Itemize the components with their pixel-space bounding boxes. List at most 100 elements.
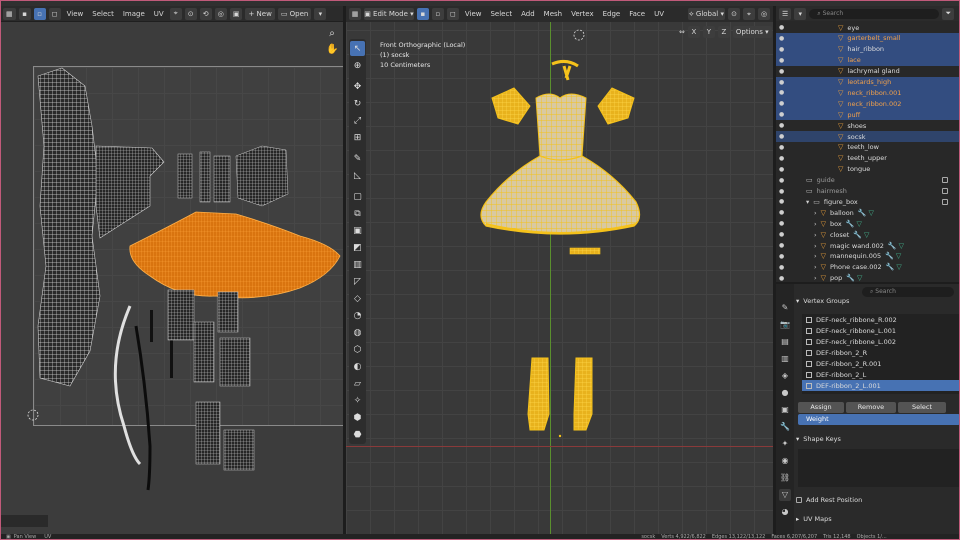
modifier-icon[interactable]: 🔧	[888, 242, 897, 250]
visibility-icon[interactable]: ●	[779, 57, 784, 64]
expand-chevron-icon[interactable]: ›	[814, 231, 817, 239]
mesh-data-icon[interactable]: ▽	[896, 252, 901, 260]
visibility-icon[interactable]: ●	[779, 242, 784, 249]
visibility-icon[interactable]: ●	[779, 264, 784, 271]
visibility-icon[interactable]: ●	[779, 198, 784, 205]
visibility-icon[interactable]: ●	[779, 275, 784, 282]
outliner-row[interactable]: ● › ▽ box 🔧 ▽	[776, 218, 960, 229]
vertex-group-row[interactable]: DEF-ribbon_2_R	[802, 347, 960, 358]
expand-chevron-icon[interactable]: ▾	[806, 198, 809, 206]
outliner-row[interactable]: ● › ▽ Phone case.002 🔧 ▽	[776, 262, 960, 273]
render-tab-icon[interactable]: 📷	[779, 319, 791, 331]
shape-keys-panel-header[interactable]: ▾ Shape Keys	[796, 435, 841, 443]
select-button[interactable]: Select	[898, 402, 946, 413]
mesh-data-icon[interactable]: ▽	[869, 209, 874, 217]
mesh-data-icon[interactable]: ▽	[856, 220, 861, 228]
modifier-icon[interactable]: 🔧	[846, 274, 855, 282]
visibility-icon[interactable]: ●	[779, 46, 784, 53]
expand-chevron-icon[interactable]: ›	[814, 242, 817, 250]
vertex-groups-panel-header[interactable]: ▾ Vertex Groups	[796, 297, 849, 305]
modifier-icon[interactable]: 🔧	[886, 263, 895, 271]
visibility-icon[interactable]: ●	[779, 166, 784, 173]
visibility-icon[interactable]: ●	[779, 177, 784, 184]
outliner-display-mode-icon[interactable]: ▾	[794, 7, 807, 20]
assign-button[interactable]: Assign	[798, 402, 844, 413]
remove-button[interactable]: Remove	[846, 402, 896, 413]
outliner-editor-type-icon[interactable]: ☰	[779, 7, 792, 20]
modifier-icon[interactable]: 🔧	[853, 231, 862, 239]
mesh-data-icon[interactable]: ▽	[857, 274, 862, 282]
properties-editor[interactable]: ✎ 📷 ▤ ▥ ◈ ● ▣ 🔧 ✦ ◉ ⛓ ▽ ◕ ⌕ Search ▾ Vert…	[776, 284, 960, 534]
add-rest-position-row[interactable]: Add Rest Position	[796, 496, 862, 504]
scene-tab-icon[interactable]: ◈	[779, 370, 791, 382]
physics-tab-icon[interactable]: ◉	[779, 455, 791, 467]
modifier-tab-icon[interactable]: 🔧	[779, 421, 791, 433]
outliner-row[interactable]: ● ▽ neck_ribbon.002	[776, 98, 960, 110]
outliner-search-input[interactable]: ⌕ Search	[809, 8, 940, 19]
outliner-filter-icon[interactable]: ⏷	[942, 7, 955, 20]
outliner-row[interactable]: ● › ▽ closet 🔧 ▽	[776, 229, 960, 240]
modifier-icon[interactable]: 🔧	[885, 252, 894, 260]
outfit-mesh[interactable]	[346, 6, 773, 534]
add-rest-position-checkbox[interactable]	[796, 497, 802, 503]
particles-tab-icon[interactable]: ✦	[779, 438, 791, 450]
visibility-icon[interactable]: ●	[779, 220, 784, 227]
vertex-group-row[interactable]: DEF-ribbon_2_R.001	[802, 358, 960, 369]
visibility-icon[interactable]: ●	[779, 122, 784, 129]
outliner-row[interactable]: ● ▽ eye	[776, 22, 960, 33]
expand-chevron-icon[interactable]: ›	[814, 274, 817, 282]
output-tab-icon[interactable]: ▤	[779, 336, 791, 348]
outliner-row[interactable]: ● ▭ guide	[776, 175, 960, 186]
outliner-row[interactable]: ● › ▽ balloon 🔧 ▽	[776, 207, 960, 218]
uv-editor[interactable]: ▦ ▪ ▫ ◻ View Select Image UV ⌖ ⊙ ⟲ ◎ ▣ +…	[0, 6, 343, 534]
visibility-icon[interactable]: ●	[779, 133, 784, 140]
outliner-row[interactable]: ● ▽ teeth_low	[776, 142, 960, 153]
outliner-row[interactable]: ● ▽ garterbelt_small	[776, 32, 960, 44]
visibility-icon[interactable]: ●	[779, 35, 784, 42]
vertex-group-row[interactable]: DEF-ribbon_2_L.001	[802, 380, 960, 391]
mesh-data-icon[interactable]: ▽	[864, 231, 869, 239]
modifier-icon[interactable]: 🔧	[846, 220, 855, 228]
object-tab-icon[interactable]: ▣	[779, 404, 791, 416]
collection-exclude-checkbox[interactable]	[942, 198, 948, 205]
expand-chevron-icon[interactable]: ›	[814, 263, 817, 271]
outliner-row[interactable]: ● ▽ shoes	[776, 120, 960, 131]
outliner-row[interactable]: ● ▽ teeth_upper	[776, 153, 960, 164]
outliner-row[interactable]: ● ▽ puff	[776, 109, 960, 121]
tool-tab-icon[interactable]: ✎	[779, 302, 791, 314]
data-tab-icon[interactable]: ▽	[779, 489, 791, 501]
collection-exclude-checkbox[interactable]	[942, 177, 948, 184]
outliner-row[interactable]: ● ▽ tongue	[776, 164, 960, 175]
outliner-row[interactable]: ● › ▽ mannequin.005 🔧 ▽	[776, 251, 960, 262]
outliner-row[interactable]: ● › ▽ pop 🔧 ▽	[776, 273, 960, 282]
weight-field[interactable]: Weight	[798, 414, 960, 425]
vertex-group-row[interactable]: DEF-neck_ribbone_R.002	[802, 314, 960, 325]
vertex-group-row[interactable]: DEF-ribbon_2_L	[802, 369, 960, 380]
uv-maps-panel-header[interactable]: ▸ UV Maps	[796, 515, 832, 523]
visibility-icon[interactable]: ●	[779, 155, 784, 162]
collection-exclude-checkbox[interactable]	[942, 188, 948, 194]
uv-islands[interactable]	[0, 6, 343, 534]
3d-viewport[interactable]: ▦ ▣ Edit Mode ▾ ▪ ▫ ◻ View Select Add Me…	[346, 6, 773, 534]
outliner-row[interactable]: ● ▽ neck_ribbon.001	[776, 87, 960, 99]
visibility-icon[interactable]: ●	[779, 100, 784, 107]
visibility-icon[interactable]: ●	[779, 111, 784, 118]
visibility-icon[interactable]: ●	[779, 188, 784, 195]
mesh-data-icon[interactable]: ▽	[896, 263, 901, 271]
outliner-row[interactable]: ● ▾ ▭ figure_box	[776, 196, 960, 207]
modifier-icon[interactable]: 🔧	[858, 209, 867, 217]
properties-search-input[interactable]: ⌕ Search	[862, 287, 954, 297]
outliner-row[interactable]: ● ▽ lace	[776, 54, 960, 66]
outliner-row[interactable]: ● ▭ hairmesh	[776, 186, 960, 197]
expand-chevron-icon[interactable]: ›	[814, 220, 817, 228]
constraints-tab-icon[interactable]: ⛓	[779, 472, 791, 484]
visibility-icon[interactable]: ●	[779, 253, 784, 260]
expand-chevron-icon[interactable]: ›	[814, 209, 817, 217]
outliner-row[interactable]: ● › ▽ magic wand.002 🔧 ▽	[776, 240, 960, 251]
material-tab-icon[interactable]: ◕	[779, 506, 791, 518]
world-tab-icon[interactable]: ●	[779, 387, 791, 399]
mesh-data-icon[interactable]: ▽	[899, 242, 904, 250]
outliner-row[interactable]: ● ▽ hair_ribbon	[776, 43, 960, 55]
outliner[interactable]: ☰ ▾ ⌕ Search ⏷ ● ▽ eye ● ▽ garterbelt_small ● ▽…	[776, 6, 960, 282]
vertex-group-row[interactable]: DEF-neck_ribbone_L.001	[802, 325, 960, 336]
